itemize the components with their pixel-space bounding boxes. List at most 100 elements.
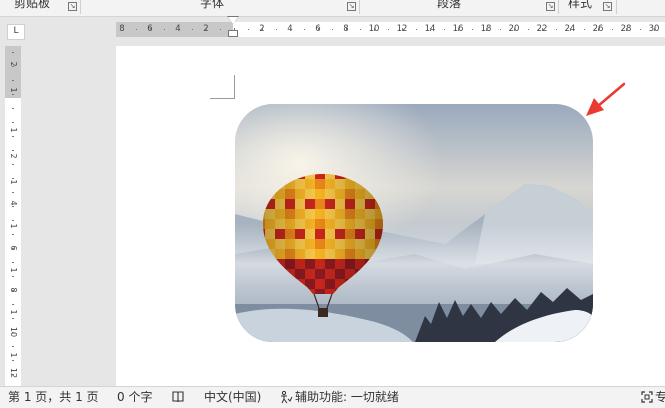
ruler-tick-mark [12, 164, 14, 165]
clipboard-group: 剪贴板 ↘ [14, 0, 84, 16]
ruler-tick-mark [12, 136, 14, 137]
ruler-tick-mark [444, 29, 445, 30]
ruler-tick-mark [248, 29, 249, 30]
clipboard-group-label: 剪贴板 [14, 0, 51, 10]
font-group-label: 字体 [200, 0, 225, 10]
margin-crop-mark [210, 98, 234, 99]
word-count[interactable]: 0 个字 [117, 390, 152, 404]
font-dialog-launcher-icon[interactable]: ↘ [347, 2, 356, 11]
margin-crop-mark [234, 75, 235, 99]
ruler-tick-mark [584, 29, 585, 30]
ruler-tick-mark [556, 29, 557, 30]
first-line-indent-marker[interactable] [228, 17, 238, 24]
ruler-tick-mark [178, 28, 179, 31]
ruler-tick-mark [12, 94, 14, 95]
ruler-tick-mark [472, 29, 473, 30]
ruler-tick-mark [164, 29, 165, 30]
ruler-tick-mark [514, 28, 515, 31]
ruler-tick-mark [458, 28, 459, 31]
status-partial-text: 专 [655, 390, 665, 404]
page-count[interactable]: 第 1 页，共 1 页 [8, 390, 99, 404]
ruler-tick-label: 12 [9, 367, 18, 379]
accessibility-status[interactable]: 辅助功能: 一切就绪 [295, 390, 399, 404]
ruler-tick-label: 8 [119, 24, 125, 34]
ruler-tick-mark [12, 80, 14, 81]
ruler-tick-mark [12, 304, 14, 305]
font-group: 字体 ↘ [82, 0, 358, 16]
ruler-tick-mark [430, 28, 431, 31]
ruler-tick-mark [12, 276, 14, 277]
paragraph-group: 段落 ↘ [361, 0, 561, 16]
ruler-tick-mark [12, 234, 14, 235]
ruler-tick-mark [12, 52, 14, 53]
horizontal-ruler[interactable]: 864224681012141618202224262830 [116, 22, 665, 37]
styles-group-label: 样式 [568, 0, 593, 10]
ruler-tick-label: 2 [9, 61, 18, 67]
ruler-tick-mark [192, 29, 193, 30]
ribbon-separator [558, 0, 559, 14]
ruler-tick-mark [346, 28, 347, 31]
ruler-tick-label: 1 [9, 179, 18, 185]
clipboard-dialog-launcher-icon[interactable]: ↘ [68, 2, 77, 11]
status-bar: 第 1 页，共 1 页 0 个字 中文(中国) 辅助功能: 一切就绪 专 [0, 386, 665, 408]
ruler-tick-mark [12, 360, 14, 361]
ruler-tick-mark [12, 290, 14, 291]
paragraph-dialog-launcher-icon[interactable]: ↘ [546, 2, 555, 11]
ribbon-separator [616, 0, 617, 14]
ruler-tick-mark [136, 29, 137, 30]
paragraph-group-label: 段落 [437, 0, 462, 10]
ruler-tick-mark [598, 28, 599, 31]
ruler-tick-mark [402, 28, 403, 31]
ruler-tick-mark [12, 220, 14, 221]
ruler-tick-mark [388, 29, 389, 30]
ruler-tick-mark [486, 28, 487, 31]
ribbon-group-bar: 剪贴板 ↘ 字体 ↘ 段落 ↘ 样式 ↘ [0, 0, 665, 17]
ruler-tick-mark [542, 28, 543, 31]
ruler-tick-mark [12, 178, 14, 179]
balloon-photo-image [235, 104, 593, 342]
ruler-tick-mark [276, 29, 277, 30]
focus-mode-icon[interactable] [640, 390, 654, 407]
ruler-tick-mark [612, 29, 613, 30]
ruler-tick-mark [12, 374, 14, 375]
ruler-tick-mark [12, 248, 14, 249]
accessibility-icon[interactable] [279, 390, 293, 407]
ruler-tick-mark [12, 66, 14, 67]
ruler-tick-mark [304, 29, 305, 30]
left-indent-marker[interactable] [228, 30, 238, 37]
balloon-photo[interactable] [235, 104, 593, 342]
ruler-tick-mark [12, 150, 14, 151]
ruler-tick-mark [12, 332, 14, 333]
tab-selector[interactable]: L [7, 24, 25, 40]
ribbon-separator [80, 0, 81, 14]
vertical-ruler[interactable]: 2112141618110112 [5, 46, 21, 386]
ruler-tick-mark [12, 346, 14, 347]
language-indicator[interactable]: 中文(中国) [204, 390, 261, 404]
ruler-tick-mark [12, 192, 14, 193]
ruler-tick-mark [150, 28, 151, 31]
ruler-tick-mark [332, 29, 333, 30]
styles-dialog-launcher-icon[interactable]: ↘ [603, 2, 612, 11]
ruler-tick-mark [654, 28, 655, 31]
ruler-tick-mark [12, 262, 14, 263]
ruler-tick-mark [500, 29, 501, 30]
ruler-tick-mark [626, 28, 627, 31]
ruler-tick-mark [206, 28, 207, 31]
ribbon-separator [359, 0, 360, 14]
ruler-tick-label: 1 [9, 87, 18, 93]
ruler-tick-mark [360, 29, 361, 30]
ruler-tick-mark [290, 28, 291, 31]
proofing-book-icon[interactable] [171, 390, 185, 407]
ruler-tick-mark [374, 28, 375, 31]
ruler-tick-mark [12, 206, 14, 207]
ruler-tick-mark [220, 29, 221, 30]
red-arrow-icon [586, 82, 626, 116]
ruler-tick-mark [640, 29, 641, 30]
ruler-tick-mark [528, 29, 529, 30]
ruler-tick-mark [12, 318, 14, 319]
styles-group: 样式 ↘ [560, 0, 665, 16]
ruler-tick-mark [570, 28, 571, 31]
ruler-tick-mark [12, 122, 14, 123]
balloon-basket [318, 308, 328, 317]
ruler-tick-mark [318, 28, 319, 31]
